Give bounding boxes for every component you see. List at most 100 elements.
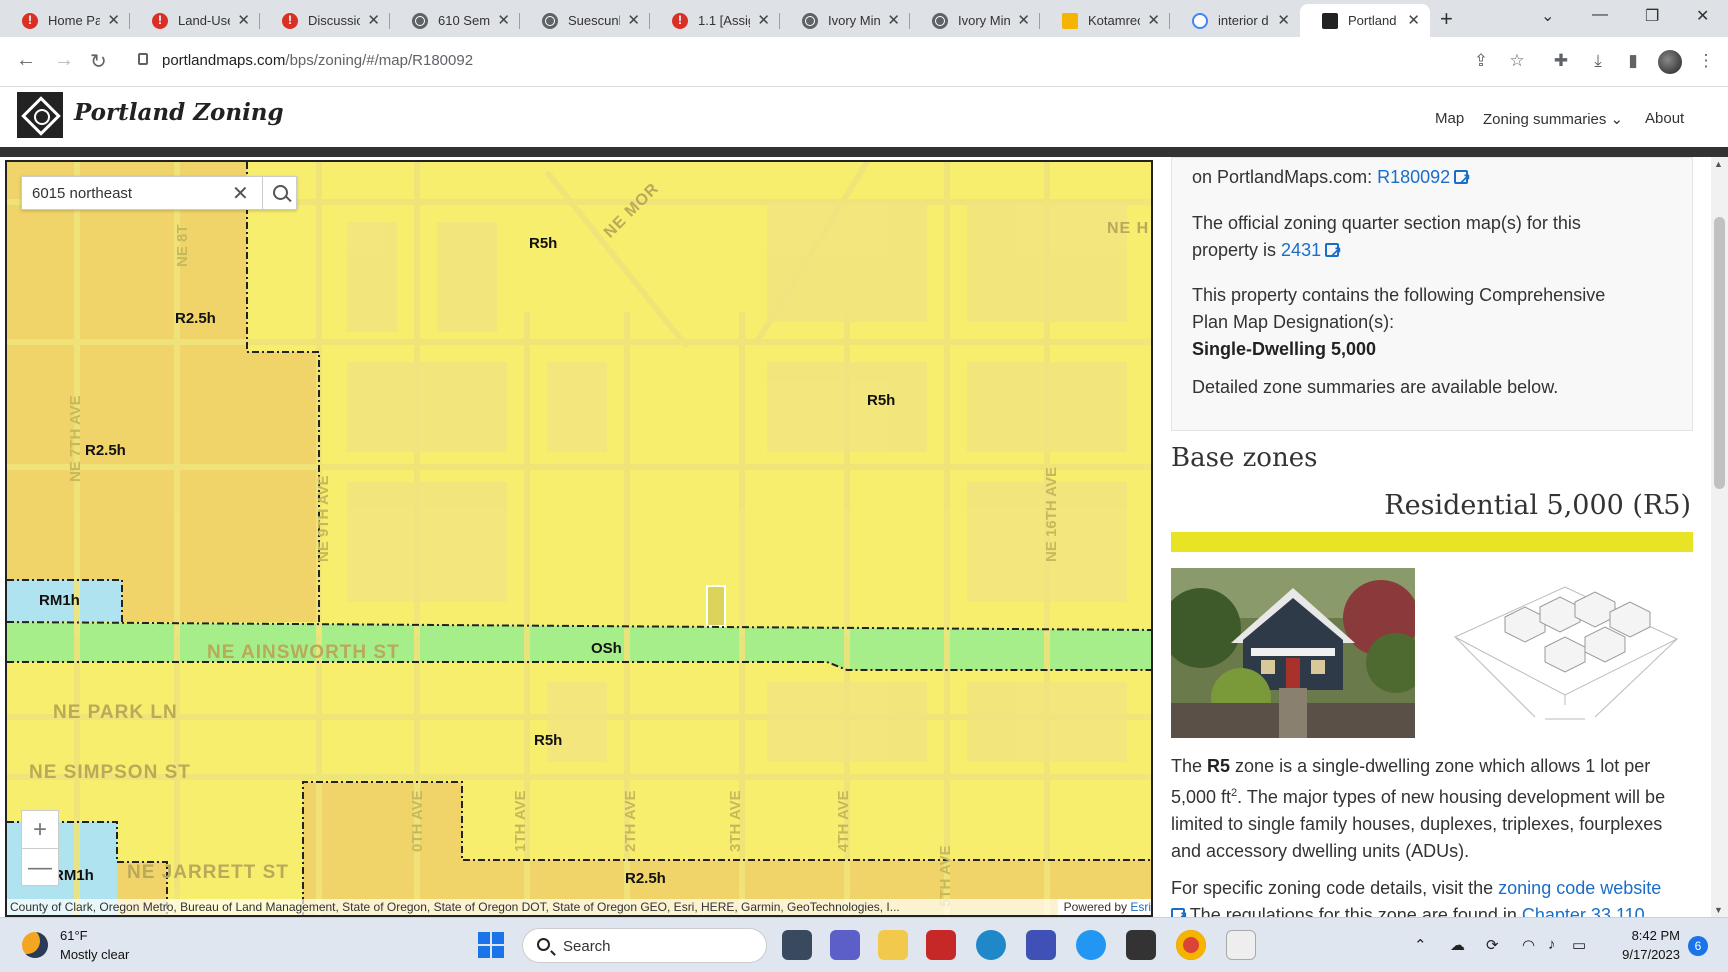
weather-desc[interactable]: Mostly clear <box>60 947 129 962</box>
esri-link[interactable]: Esri <box>1130 900 1151 914</box>
forward-icon[interactable]: → <box>54 49 74 72</box>
volume-icon[interactable]: ♪ <box>1548 936 1556 953</box>
taskbar-search[interactable]: Search <box>522 928 767 963</box>
file-explorer-icon[interactable] <box>878 930 908 960</box>
scroll-up-icon[interactable]: ▲ <box>1714 159 1723 169</box>
close-icon[interactable]: ✕ <box>627 11 640 29</box>
zone-color-bar <box>1171 532 1693 552</box>
map-canvas[interactable] <box>7 162 1153 917</box>
tab-discussion[interactable]: Discussio✕ <box>260 4 390 37</box>
share-icon[interactable]: ⇪ <box>1471 51 1491 71</box>
tab-interior[interactable]: interior d ✕ <box>1170 4 1300 37</box>
zone-label: R5h <box>534 732 563 749</box>
property-id-link[interactable]: R180092 <box>1377 167 1450 187</box>
url-field[interactable]: portlandmaps.com/bps/zoning/#/map/R18009… <box>128 43 1508 79</box>
page-scrollbar[interactable]: ▲ ▼ <box>1711 157 1728 917</box>
zone-label: R2.5h <box>175 310 216 327</box>
zoning-map[interactable]: NE AINSWORTH ST NE PARK LN NE SIMPSON ST… <box>5 160 1153 917</box>
tray-overflow-icon[interactable]: ⌃ <box>1414 936 1427 954</box>
tab-portland-active[interactable]: Portland ✕ <box>1300 4 1430 37</box>
teams-chat-icon[interactable] <box>830 930 860 960</box>
quarter-section-link[interactable]: 2431 <box>1281 240 1321 260</box>
whiteboard-icon[interactable] <box>1126 930 1156 960</box>
system-clock[interactable]: 8:42 PM 9/17/2023 <box>1596 926 1680 964</box>
windows-start-icon[interactable] <box>478 932 504 958</box>
external-link-icon <box>1325 238 1342 265</box>
globe-icon <box>542 13 558 29</box>
tab-search-icon[interactable]: ⌄ <box>1541 6 1554 26</box>
nav-map[interactable]: Map <box>1435 110 1464 127</box>
wifi-icon[interactable]: ◠ <box>1522 936 1535 954</box>
portland-icon <box>1322 13 1338 29</box>
notification-badge[interactable]: 6 <box>1688 936 1708 956</box>
battery-icon[interactable]: ▭ <box>1572 936 1586 954</box>
warning-icon <box>282 13 298 29</box>
zoom-out-button[interactable]: — <box>22 848 58 885</box>
close-icon[interactable]: ✕ <box>497 11 510 29</box>
close-icon[interactable]: ✕ <box>367 11 380 29</box>
restore-icon[interactable]: ❐ <box>1645 6 1659 26</box>
nav-about[interactable]: About <box>1645 110 1684 127</box>
zone-label: R2.5h <box>625 870 666 887</box>
menu-icon[interactable]: ⋮ <box>1696 51 1716 71</box>
site-title[interactable]: Portland Zoning <box>74 99 284 126</box>
zone-label: R2.5h <box>85 442 126 459</box>
extensions-icon[interactable]: ✚ <box>1551 51 1571 71</box>
close-icon[interactable]: ✕ <box>1147 11 1160 29</box>
store-icon[interactable] <box>1026 930 1056 960</box>
tab-kotamrec[interactable]: Kotamrec ✕ <box>1040 4 1170 37</box>
weather-moon-icon[interactable] <box>22 932 48 958</box>
tab-land-use[interactable]: Land-Use✕ <box>130 4 260 37</box>
mcafee-icon[interactable] <box>926 930 956 960</box>
bookmark-star-icon[interactable]: ☆ <box>1507 51 1527 71</box>
windows-taskbar: 61°F Mostly clear Search ⌃ ☁ ⟳ ◠ ♪ ▭ 8:4… <box>0 917 1728 972</box>
zone-illustration <box>1445 577 1685 737</box>
search-input[interactable]: 6015 northeast <box>32 185 132 202</box>
zoning-code-link[interactable]: zoning code website <box>1498 878 1661 898</box>
download-icon[interactable]: ⤓ <box>1588 51 1608 71</box>
search-icon[interactable] <box>262 177 298 211</box>
close-icon[interactable]: ✕ <box>237 11 250 29</box>
onedrive-icon[interactable]: ☁ <box>1450 936 1465 954</box>
tab-assignment[interactable]: 1.1 [Assig✕ <box>650 4 780 37</box>
reload-icon[interactable]: ↻ <box>90 49 107 74</box>
window-close-icon[interactable]: ✕ <box>1696 6 1709 26</box>
back-icon[interactable]: ← <box>16 49 36 72</box>
help-icon[interactable] <box>1076 930 1106 960</box>
zoning-info-panel: on PortlandMaps.com: R180092 The officia… <box>1153 157 1711 917</box>
scroll-down-icon[interactable]: ▼ <box>1714 905 1723 915</box>
snipping-tool-icon[interactable] <box>1226 930 1256 960</box>
new-tab-icon[interactable]: + <box>1440 6 1453 32</box>
chapter-link[interactable]: Chapter 33.110 <box>1522 905 1645 917</box>
edge-icon[interactable] <box>976 930 1006 960</box>
comp-plan-value: Single-Dwelling 5,000 <box>1192 339 1377 359</box>
weather-temp[interactable]: 61°F <box>60 928 88 943</box>
side-panel-icon[interactable]: ▮ <box>1623 51 1643 71</box>
scroll-thumb[interactable] <box>1714 217 1725 489</box>
zoning-code-text: For specific zoning code details, visit … <box>1171 875 1661 917</box>
close-icon[interactable]: ✕ <box>1277 11 1290 29</box>
profile-avatar[interactable] <box>1658 50 1682 74</box>
close-icon[interactable]: ✕ <box>1017 11 1030 29</box>
slides-icon <box>1062 13 1078 29</box>
task-view-icon[interactable] <box>782 930 812 960</box>
chrome-icon[interactable] <box>1176 930 1206 960</box>
clear-icon[interactable]: ✕ <box>232 181 249 206</box>
close-icon[interactable]: ✕ <box>757 11 770 29</box>
tab-suescunl[interactable]: Suescunl ✕ <box>520 4 650 37</box>
nav-zoning-summaries[interactable]: Zoning summaries ⌄ <box>1483 110 1623 128</box>
tab-home-page[interactable]: Home Pa✕ <box>0 4 130 37</box>
close-icon[interactable]: ✕ <box>107 11 120 29</box>
zoom-in-button[interactable]: + <box>22 811 58 848</box>
minimize-icon[interactable]: — <box>1592 6 1608 24</box>
zone-label: RM1h <box>53 867 94 884</box>
sync-icon[interactable]: ⟳ <box>1486 936 1499 954</box>
close-icon[interactable]: ✕ <box>887 11 900 29</box>
lock-icon[interactable] <box>138 53 148 65</box>
close-icon[interactable]: ✕ <box>1407 11 1420 29</box>
tab-ivory-min-1[interactable]: Ivory Min ✕ <box>780 4 910 37</box>
tab-ivory-min-2[interactable]: Ivory Min ✕ <box>910 4 1040 37</box>
globe-icon <box>932 13 948 29</box>
tab-610-seme[interactable]: 610 Seme✕ <box>390 4 520 37</box>
portland-logo-icon[interactable] <box>17 92 63 138</box>
